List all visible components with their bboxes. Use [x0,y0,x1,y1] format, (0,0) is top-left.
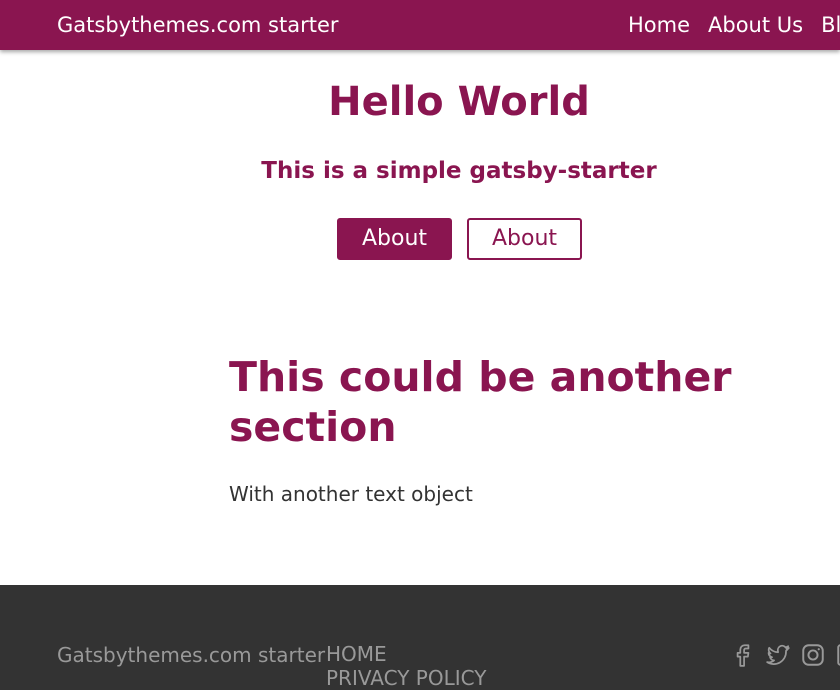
facebook-icon[interactable] [730,642,756,668]
footer-link-privacy-policy[interactable]: PRIVACY POLICY [326,666,486,690]
section-title: This could be another section [229,353,732,451]
about-secondary-button[interactable]: About [467,218,582,260]
nav-link-about-us[interactable]: About Us [708,11,803,39]
instagram-icon[interactable] [800,642,826,668]
footer: Gatsbythemes.com starter HOME PRIVACY PO… [0,585,840,690]
nav-link-home[interactable]: Home [628,11,690,39]
footer-brand-link[interactable]: Gatsbythemes.com starter [57,642,325,668]
brand-link[interactable]: Gatsbythemes.com starter [57,11,339,39]
hero-title: Hello World [328,79,590,125]
nav-link-blog[interactable]: Blog [821,11,840,39]
footer-links: HOME PRIVACY POLICY [326,642,486,690]
top-navbar: Gatsbythemes.com starter Home About Us B… [0,0,840,50]
footer-link-home[interactable]: HOME [326,642,486,666]
about-primary-button[interactable]: About [337,218,452,260]
linkedin-icon[interactable] [835,642,840,668]
twitter-icon[interactable] [765,642,791,668]
main-nav: Home About Us Blog [628,11,840,39]
section-text: With another text object [229,482,473,506]
social-links [730,642,840,668]
hero-subtitle: This is a simple gatsby-starter [261,158,657,184]
